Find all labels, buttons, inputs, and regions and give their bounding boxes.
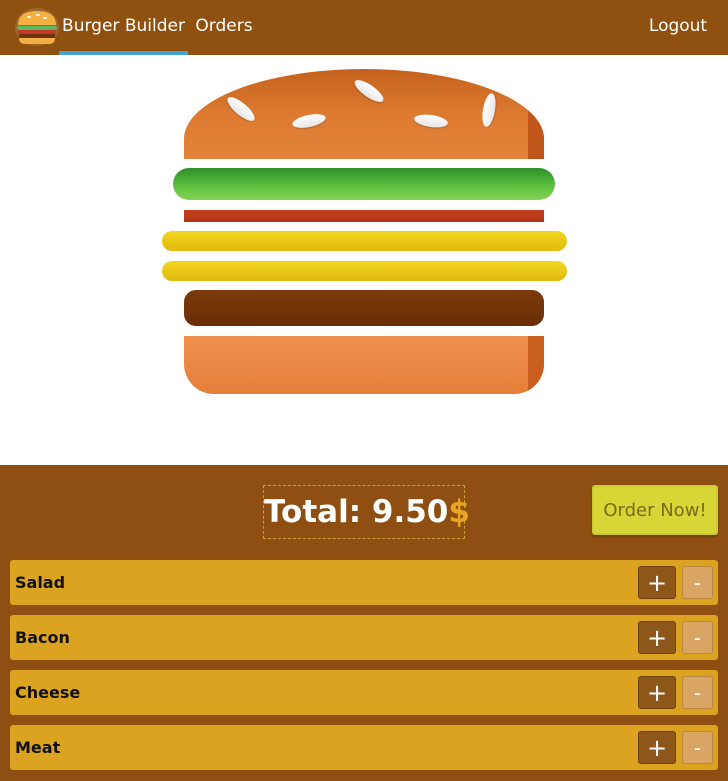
remove-bacon-button[interactable]: - <box>682 621 713 654</box>
seed <box>413 112 449 130</box>
total-label: Total: 9.50 <box>264 494 449 530</box>
control-label: Meat <box>15 738 61 757</box>
remove-cheese-button[interactable]: - <box>682 676 713 709</box>
control-row-bacon: Bacon + - <box>10 615 718 660</box>
control-row-cheese: Cheese + - <box>10 670 718 715</box>
seed <box>224 93 258 125</box>
build-controls: Total: 9.50$ Order Now! Salad + - Bacon … <box>0 465 728 781</box>
cheese-layer <box>162 261 567 281</box>
burger-preview <box>0 55 728 465</box>
bread-bottom <box>184 336 544 394</box>
nav-burger-builder[interactable]: Burger Builder <box>59 0 188 55</box>
burger-logo-icon[interactable] <box>14 7 60 47</box>
total-price: Total: 9.50$ <box>263 485 470 539</box>
control-label: Bacon <box>15 628 70 647</box>
remove-meat-button[interactable]: - <box>682 731 713 764</box>
control-row-meat: Meat + - <box>10 725 718 770</box>
add-meat-button[interactable]: + <box>638 731 676 764</box>
control-label: Salad <box>15 573 66 592</box>
meat-layer <box>184 290 544 326</box>
control-label: Cheese <box>15 683 81 702</box>
nav-logout[interactable]: Logout <box>640 0 716 55</box>
bread-top <box>184 69 544 159</box>
add-cheese-button[interactable]: + <box>638 676 676 709</box>
seed <box>351 76 387 106</box>
currency-symbol: $ <box>448 494 470 530</box>
control-row-salad: Salad + - <box>10 560 718 605</box>
nav-orders[interactable]: Orders <box>188 0 260 55</box>
salad-layer <box>173 168 555 200</box>
toolbar: Burger Builder Orders Logout <box>0 0 728 55</box>
order-now-button[interactable]: Order Now! <box>592 485 718 535</box>
cheese-layer <box>162 231 567 251</box>
bacon-layer <box>184 210 544 222</box>
remove-salad-button[interactable]: - <box>682 566 713 599</box>
seed <box>291 111 327 131</box>
seed <box>480 92 498 128</box>
add-salad-button[interactable]: + <box>638 566 676 599</box>
add-bacon-button[interactable]: + <box>638 621 676 654</box>
